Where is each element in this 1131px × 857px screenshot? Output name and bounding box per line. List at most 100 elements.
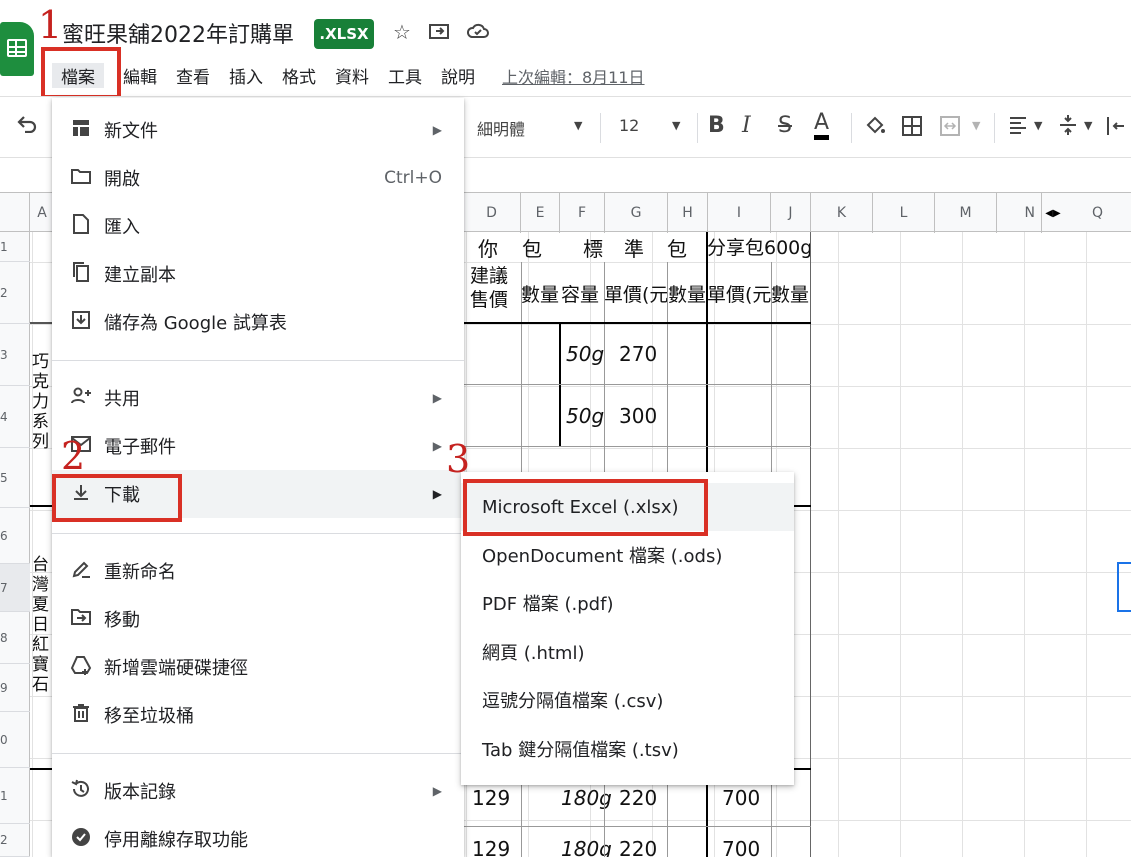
row-header[interactable]: 9 [0,664,30,712]
chevron-down-icon[interactable]: ▼ [574,119,582,132]
chevron-down-icon[interactable]: ▼ [672,119,680,132]
vertical-align-icon[interactable] [1058,113,1078,142]
text-color-button[interactable]: A [814,111,830,140]
menu-data[interactable]: 資料 [335,63,369,88]
data-cell: 50g [566,342,605,366]
offline-check-icon [70,826,92,853]
merge-cells-icon[interactable] [939,115,961,142]
column-header[interactable]: I [708,193,771,233]
text-wrap-icon[interactable] [1106,115,1126,142]
menu-edit[interactable]: 編輯 [123,63,157,88]
menu-insert[interactable]: 插入 [229,63,263,88]
row-header-column: 1 2 3 4 5 6 7 8 9 0 1 2 [0,232,30,857]
download-csv[interactable]: 逗號分隔值檔案 (.csv) [461,676,794,724]
document-title[interactable]: 蜜旺果舖2022年訂購單 [62,17,294,49]
column-header[interactable]: H [668,193,708,233]
row-header[interactable]: 8 [0,612,30,664]
header-cell: 建議售價 [470,265,509,311]
download-html[interactable]: 網頁 (.html) [461,628,794,676]
annotation-box-download [52,474,182,522]
column-header[interactable]: E [521,193,560,233]
menu-item-share[interactable]: 共用 ▶ [52,374,464,422]
row-header[interactable]: 7 [0,564,30,612]
sheets-logo[interactable] [0,22,34,76]
column-header[interactable]: G [605,193,668,233]
chevron-down-icon[interactable]: ▼ [1034,119,1042,132]
row-header[interactable]: 2 [0,824,30,857]
menu-help[interactable]: 說明 [441,63,475,88]
data-cell: 50g [566,404,605,428]
submenu-arrow-icon: ▶ [432,391,442,405]
row-header[interactable]: 0 [0,712,30,768]
menu-tools[interactable]: 工具 [388,63,422,88]
star-icon[interactable]: ☆ [390,20,414,44]
file-format-badge: .XLSX [314,19,374,49]
data-cell: 129 [472,786,511,810]
move-to-folder-icon[interactable] [427,20,451,44]
submenu-arrow-icon: ▶ [432,123,442,137]
select-all-corner[interactable] [0,193,30,233]
menu-item-make-copy[interactable]: 建立副本 [52,250,464,298]
annotation-box-xlsx [463,479,708,536]
row-header[interactable]: 2 [0,262,30,324]
chevron-down-icon[interactable]: ▼ [1084,119,1092,132]
menu-item-import[interactable]: 匯入 [52,202,464,250]
menu-item-add-shortcut[interactable]: 新增雲端硬碟捷徑 [52,643,464,691]
last-edit-link[interactable]: 上次編輯：8月11日 [502,64,645,88]
submenu-arrow-icon: ▶ [432,784,442,798]
drive-shortcut-icon [70,654,92,681]
row-header[interactable]: 1 [0,768,30,824]
column-header[interactable]: M [935,193,997,233]
column-header[interactable]: K [811,193,873,233]
scroll-columns-arrows[interactable]: ◀▶ [1042,193,1064,233]
menu-view[interactable]: 查看 [176,63,210,88]
font-size-select[interactable]: 12 [619,116,639,135]
strikethrough-button[interactable]: S [778,113,792,138]
row-header[interactable]: 4 [0,386,30,448]
step-1-label: 1 [38,3,63,47]
row-header[interactable]: 3 [0,324,30,386]
undo-icon[interactable] [16,115,38,138]
column-header[interactable]: L [873,193,935,233]
column-header[interactable]: F [560,193,605,233]
menu-item-open[interactable]: 開啟 Ctrl+O [52,154,464,202]
column-header[interactable]: J [771,193,811,233]
menu-item-save-as-sheets[interactable]: 儲存為 Google 試算表 [52,298,464,346]
column-header[interactable]: N [997,193,1042,233]
italic-button[interactable]: I [742,113,751,138]
category-chocolate: 巧克力系列 [32,352,49,452]
history-icon [70,778,92,805]
new-document-icon [70,118,92,143]
submenu-arrow-icon: ▶ [432,439,442,453]
menu-item-email[interactable]: 電子郵件 ▶ [52,422,464,470]
align-left-icon[interactable] [1008,115,1028,140]
trash-icon [70,703,92,728]
menu-format[interactable]: 格式 [282,63,316,88]
menu-item-version-history[interactable]: 版本記錄 ▶ [52,767,464,815]
borders-icon[interactable] [901,115,923,142]
row-header[interactable]: 6 [0,508,30,564]
menu-item-rename[interactable]: 重新命名 [52,547,464,595]
menu-item-new[interactable]: 新文件 ▶ [52,106,464,154]
font-family-select[interactable]: 細明體 [477,116,525,140]
header-cell: 準 [624,237,644,261]
column-header[interactable]: Q [1064,193,1131,233]
fill-color-icon[interactable] [864,115,886,142]
menu-item-offline[interactable]: 停用離線存取功能 [52,815,464,857]
category-summer-ruby: 台灣夏日紅寶石 [32,555,49,695]
chevron-down-icon[interactable]: ▼ [972,119,980,132]
bold-button[interactable]: B [708,113,725,138]
menu-item-move[interactable]: 移動 [52,595,464,643]
header-cell: 分享包600g [707,237,813,259]
download-pdf[interactable]: PDF 檔案 (.pdf) [461,579,794,627]
menu-item-trash[interactable]: 移至垃圾桶 [52,691,464,739]
column-header[interactable]: D [463,193,521,233]
row-header[interactable]: 1 [0,232,30,262]
download-ods[interactable]: OpenDocument 檔案 (.ods) [461,531,794,579]
cloud-status-icon[interactable] [466,20,490,44]
row-header[interactable]: 5 [0,448,30,508]
header-cell: 標 [583,237,603,261]
download-tsv[interactable]: Tab 鍵分隔值檔案 (.tsv) [461,725,794,773]
data-cell: 700 [722,837,761,857]
selected-cell[interactable] [1117,562,1131,612]
